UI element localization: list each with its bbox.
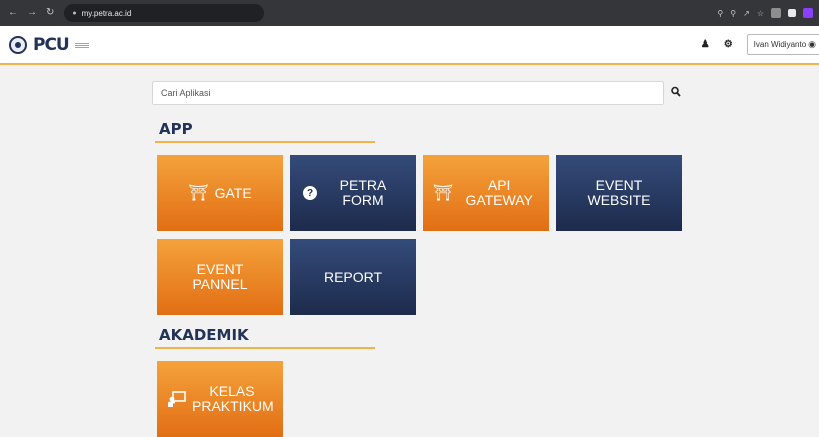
extension-icon[interactable] bbox=[771, 8, 781, 18]
back-icon[interactable]: ← bbox=[8, 8, 18, 18]
key-icon[interactable]: ⚲ bbox=[717, 9, 723, 18]
gears-icon[interactable]: ⚙ bbox=[724, 39, 733, 50]
user-circle-icon: ◉ bbox=[808, 39, 816, 49]
address-bar[interactable]: ● my.petra.ac.id bbox=[64, 4, 265, 22]
star-icon[interactable]: ☆ bbox=[757, 9, 764, 18]
user-name: Ivan Widiyanto bbox=[753, 40, 807, 49]
browser-actions: ⚲ ⚲ ↗ ☆ bbox=[717, 0, 813, 26]
browser-toolbar: ← → ↻ ● my.petra.ac.id ⚲ ⚲ ↗ ☆ bbox=[0, 0, 819, 26]
section-title-app: APP bbox=[159, 120, 193, 138]
address-url: my.petra.ac.id bbox=[81, 8, 132, 18]
lock-icon: ● bbox=[72, 9, 77, 17]
tile-label: GATE bbox=[214, 184, 252, 201]
search-icon[interactable] bbox=[671, 86, 681, 98]
chalkboard-teacher-icon bbox=[168, 391, 186, 407]
share-icon[interactable]: ↗ bbox=[743, 9, 750, 18]
tile-label: KELAS PRAKTIKUM bbox=[192, 383, 274, 414]
tile-kelas-praktikum[interactable]: KELAS PRAKTIKUM bbox=[157, 361, 283, 437]
profile-icon[interactable] bbox=[803, 8, 813, 18]
section-divider-akademik bbox=[155, 347, 375, 349]
university-seal-icon bbox=[9, 36, 27, 54]
torii-gate-icon: ⛩ bbox=[432, 184, 454, 202]
pcu-logo[interactable]: PCU bbox=[9, 35, 89, 55]
tile-event-website[interactable]: EVENT WEBSITE bbox=[556, 155, 682, 231]
search-input[interactable]: Cari Aplikasi bbox=[152, 81, 664, 105]
tile-report[interactable]: REPORT bbox=[290, 239, 416, 315]
search-placeholder: Cari Aplikasi bbox=[161, 88, 211, 98]
zoom-icon[interactable]: ⚲ bbox=[730, 9, 736, 18]
reload-icon[interactable]: ↻ bbox=[46, 8, 54, 18]
browser-nav: ← → ↻ bbox=[0, 8, 54, 18]
tile-petra-form[interactable]: ? PETRA FORM bbox=[290, 155, 416, 231]
user-menu-button[interactable]: Ivan Widiyanto ◉ bbox=[746, 34, 819, 55]
section-title-akademik: AKADEMIK bbox=[159, 326, 249, 344]
user-area: ♟ ⚙ Ivan Widiyanto ◉ bbox=[701, 34, 819, 55]
torii-gate-icon: ⛩ bbox=[188, 184, 209, 202]
tile-label: EVENT PANNEL bbox=[192, 261, 248, 292]
tile-api-gateway[interactable]: ⛩ API GATEWAY bbox=[423, 155, 549, 231]
user-icon[interactable]: ♟ bbox=[701, 39, 710, 50]
tile-event-pannel[interactable]: EVENT PANNEL bbox=[157, 239, 283, 315]
logo-text: PCU bbox=[33, 35, 70, 55]
tile-label: API GATEWAY bbox=[465, 177, 533, 208]
forward-icon[interactable]: → bbox=[27, 8, 37, 18]
logo-subtitle-mark bbox=[74, 42, 89, 48]
tile-label: EVENT WEBSITE bbox=[587, 177, 651, 208]
section-divider-app bbox=[155, 141, 375, 143]
sidebar-icon[interactable] bbox=[788, 9, 796, 17]
tile-gate[interactable]: ⛩ GATE bbox=[157, 155, 283, 231]
question-circle-icon: ? bbox=[303, 186, 317, 200]
app-header: PCU ♟ ⚙ Ivan Widiyanto ◉ bbox=[0, 26, 819, 65]
tile-label: REPORT bbox=[323, 268, 383, 285]
tile-label: PETRA FORM bbox=[339, 177, 387, 208]
